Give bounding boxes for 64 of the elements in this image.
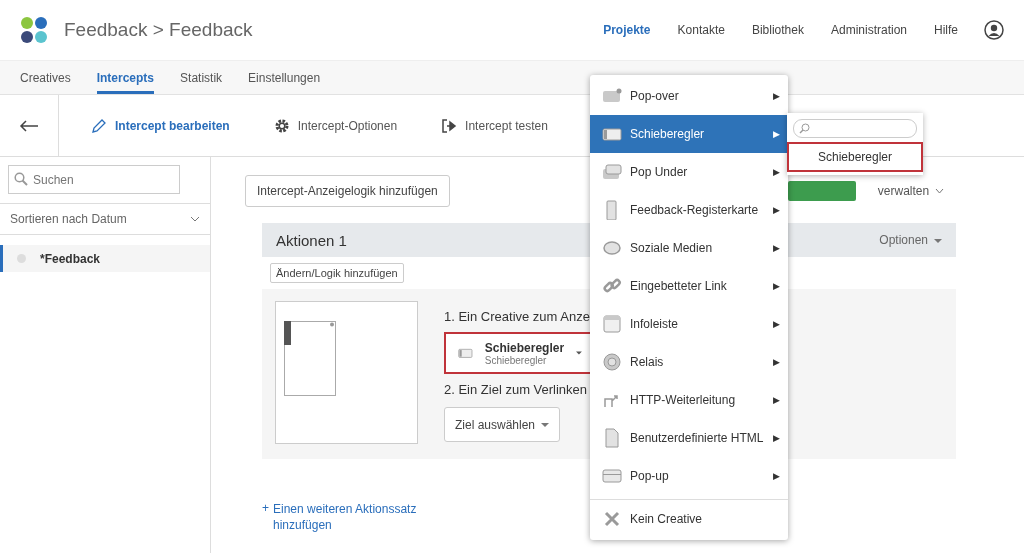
- exit-icon: [441, 117, 458, 134]
- nav-link[interactable]: Kontakte: [677, 23, 725, 37]
- submenu-arrow-icon: ▶: [773, 395, 780, 405]
- tab[interactable]: Intercepts: [96, 61, 155, 94]
- submenu-item[interactable]: Schieberegler: [787, 142, 923, 172]
- submenu-arrow-icon: ▶: [773, 243, 780, 253]
- submenu-arrow-icon: ▶: [773, 91, 780, 101]
- nav-link[interactable]: Hilfe: [934, 23, 958, 37]
- add-action-set-link[interactable]: Einen weiteren Aktionssatz hinzufügen: [273, 501, 418, 533]
- edit-logic-button[interactable]: Ändern/Logik hinzufügen: [270, 263, 404, 283]
- menu-item[interactable]: Benutzerdefinierte HTML ▶: [590, 419, 788, 457]
- chevron-down-icon: [935, 188, 945, 194]
- step-heading: 2. Ein Ziel zum Verlinken: [444, 382, 589, 397]
- options-dropdown[interactable]: Optionen: [879, 233, 942, 247]
- toolbar-button[interactable]: Intercept testen: [441, 117, 548, 134]
- submenu-arrow-icon: ▶: [773, 205, 780, 215]
- pencil-icon: [91, 117, 107, 134]
- logo-icon: [20, 16, 48, 44]
- menu-item[interactable]: Pop-up ▶: [590, 457, 788, 495]
- search-field[interactable]: Suchen: [8, 165, 180, 194]
- submenu-arrow-icon: ▶: [773, 167, 780, 177]
- manage-link[interactable]: verwalten: [877, 184, 930, 198]
- back-arrow-icon[interactable]: [19, 119, 39, 132]
- caret-icon: [576, 350, 582, 356]
- menu-item[interactable]: Kein Creative: [590, 500, 788, 538]
- nav-link[interactable]: Projekte: [603, 23, 651, 37]
- tab[interactable]: Statistik: [180, 61, 223, 94]
- toolbar-button[interactable]: Intercept bearbeiten: [91, 117, 230, 134]
- search-icon: [14, 172, 28, 186]
- menu-item[interactable]: Pop-over ▶: [590, 77, 788, 115]
- plus-icon[interactable]: +: [262, 501, 269, 533]
- settings-icon: [273, 117, 290, 134]
- step-heading: 1. Ein Creative zum Anze: [444, 309, 591, 324]
- menu-item[interactable]: Eingebetteter Link ▶: [590, 267, 788, 305]
- breadcrumb-title: Feedback > Feedback: [64, 19, 254, 41]
- submenu-arrow-icon: ▶: [773, 319, 780, 329]
- nav-link[interactable]: Administration: [830, 23, 907, 37]
- menu-item[interactable]: Soziale Medien ▶: [590, 229, 788, 267]
- submenu-search-field[interactable]: [793, 119, 917, 138]
- chevron-down-icon: [190, 216, 200, 222]
- tab[interactable]: Einstellungen: [248, 61, 321, 94]
- nav-link[interactable]: Bibliothek: [751, 23, 804, 37]
- submenu-arrow-icon: ▶: [773, 129, 780, 139]
- creative-select[interactable]: Schieberegler Schieberegler: [444, 332, 592, 374]
- tab[interactable]: Creatives: [20, 61, 71, 94]
- submenu-arrow-icon: ▶: [773, 281, 780, 291]
- menu-item[interactable]: Relais ▶: [590, 343, 788, 381]
- add-display-logic-button[interactable]: Intercept-Anzeigelogik hinzufügen: [245, 175, 450, 207]
- sidebar-item[interactable]: *Feedback: [0, 245, 210, 272]
- search-icon: [799, 123, 810, 134]
- caret-icon: [541, 421, 550, 428]
- sort-dropdown[interactable]: Sortieren nach Datum: [0, 203, 210, 235]
- menu-item[interactable]: Feedback-Registerkarte ▶: [590, 191, 788, 229]
- submenu-arrow-icon: ▶: [773, 357, 780, 367]
- menu-item[interactable]: HTTP-Weiterleitung ▶: [590, 381, 788, 419]
- menu-item[interactable]: Pop Under ▶: [590, 153, 788, 191]
- user-avatar-icon[interactable]: [984, 20, 1004, 40]
- menu-item[interactable]: Infoleiste ▶: [590, 305, 788, 343]
- toolbar-button[interactable]: Intercept-Optionen: [273, 117, 398, 134]
- action-set-title: Aktionen 1: [276, 231, 347, 249]
- submenu-arrow-icon: ▶: [773, 433, 780, 443]
- submenu-arrow-icon: ▶: [773, 471, 780, 481]
- target-select-button[interactable]: Ziel auswählen: [444, 407, 561, 442]
- menu-item[interactable]: Schieberegler ▶: [590, 115, 788, 153]
